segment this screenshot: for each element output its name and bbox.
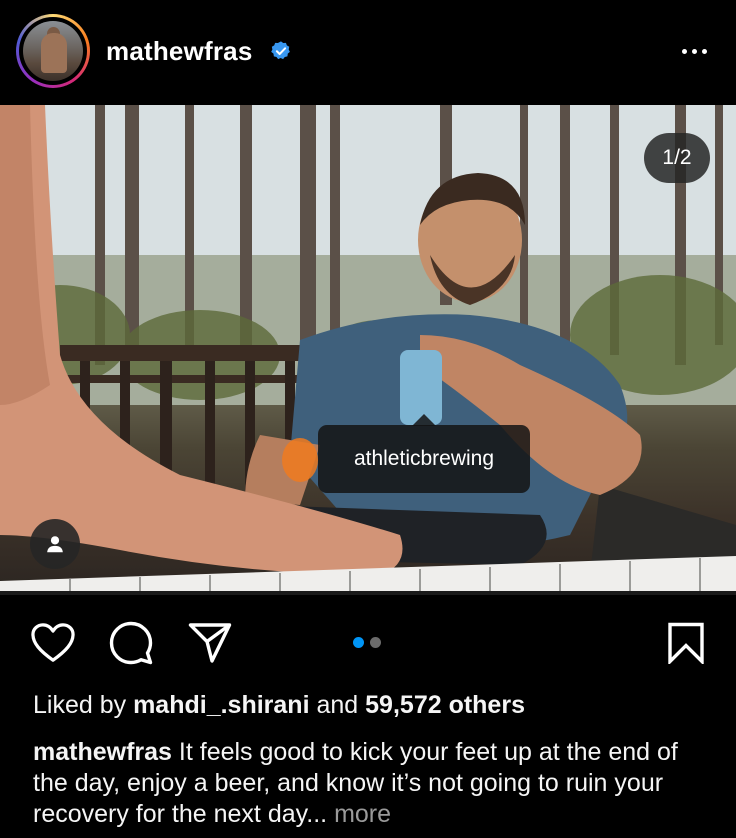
tagged-account-label[interactable]: athleticbrewing	[318, 425, 530, 493]
post-username[interactable]: mathewfras	[106, 36, 253, 67]
show-tags-button[interactable]	[30, 519, 80, 569]
likes-summary[interactable]: Liked by mahdi_.shirani and 59,572 other…	[33, 691, 525, 720]
user-tag-icon	[47, 536, 63, 553]
comment-button[interactable]	[107, 619, 155, 667]
carousel-dot-active	[353, 637, 364, 648]
photo-counter: 1/2	[644, 133, 710, 183]
bookmark-icon	[668, 622, 704, 664]
liked-by-user[interactable]: mahdi_.shirani	[133, 691, 309, 719]
send-paper-plane-icon	[188, 623, 232, 663]
likes-joiner: and	[316, 691, 359, 719]
heart-icon	[31, 623, 75, 662]
share-button[interactable]	[186, 619, 234, 667]
likes-others-count[interactable]: 59,572 others	[365, 691, 525, 719]
caption-more-link[interactable]: more	[334, 800, 391, 828]
comment-bubble-icon	[109, 621, 153, 665]
caption-author[interactable]: mathewfras	[33, 738, 172, 766]
story-ring[interactable]	[16, 14, 90, 88]
post-photo[interactable]	[0, 105, 736, 595]
carousel-dot	[370, 637, 381, 648]
carousel-indicator	[353, 637, 381, 648]
tag-label-text: athleticbrewing	[353, 447, 495, 470]
like-button[interactable]	[29, 619, 77, 667]
avatar[interactable]	[23, 21, 83, 81]
verified-badge-icon	[271, 41, 290, 60]
likes-prefix: Liked by	[33, 691, 127, 719]
more-options-icon[interactable]	[676, 40, 712, 62]
post-caption: mathewfras It feels good to kick your fe…	[33, 737, 713, 830]
post-header: mathewfras	[0, 0, 736, 105]
table-edge	[0, 556, 736, 595]
person-in-chair	[0, 105, 736, 595]
save-button[interactable]	[662, 619, 710, 667]
